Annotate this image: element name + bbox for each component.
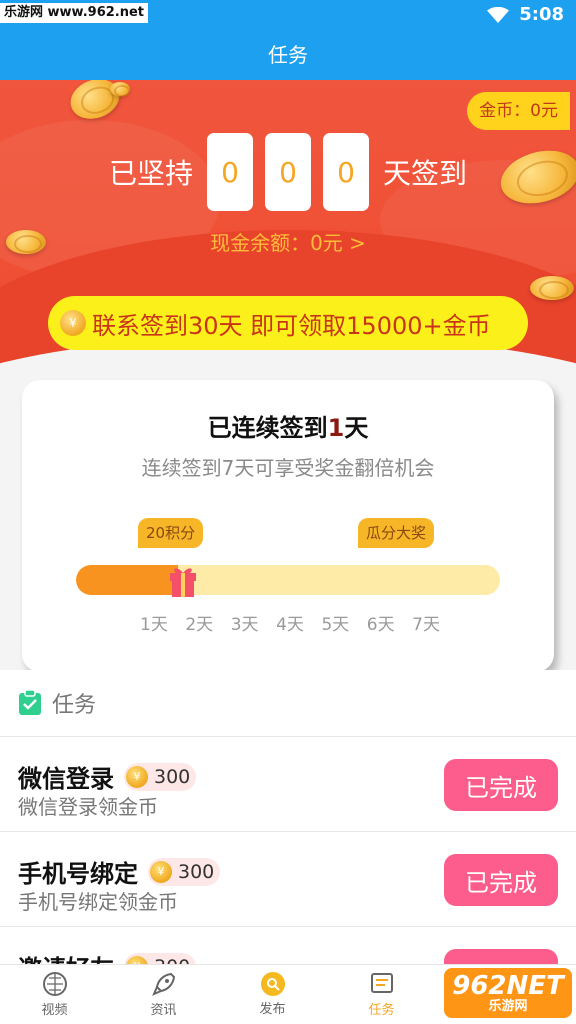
streak-suffix: 天签到: [383, 157, 468, 190]
page-title: 任务: [268, 43, 308, 67]
wifi-icon: [487, 6, 510, 23]
publish-icon: [260, 972, 285, 996]
day-label: 7天: [412, 615, 440, 635]
watermark-small: 乐游网: [488, 999, 528, 1015]
signin-card: 已连续签到1天 连续签到7天可享受奖金翻倍机会 20积分 瓜分大奖 1天 2天 …: [22, 380, 554, 672]
reward-badge: ¥ 300: [124, 952, 197, 965]
reward-tag-prize: 瓜分大奖: [358, 518, 435, 548]
nav-label: 发布: [259, 1002, 286, 1017]
reward-amount: 300: [178, 860, 215, 883]
day-labels: 1天 2天 3天 4天 5天 6天 7天: [140, 610, 440, 635]
nav-item-publish[interactable]: 发布: [218, 965, 327, 1024]
search-icon: [266, 978, 280, 991]
task-title: 手机号绑定: [18, 860, 138, 888]
signin-title-prefix: 已连续签到: [207, 414, 328, 442]
task-section-header: 任务: [0, 670, 576, 736]
signin-progress-track: [76, 565, 500, 595]
task-item: 邀请好友 ¥ 300: [0, 926, 576, 964]
coin-icon: [530, 276, 574, 300]
streak-prefix: 已坚持: [108, 157, 193, 190]
day-label: 4天: [276, 615, 304, 635]
task-desc: 微信登录领金币: [18, 795, 158, 819]
video-icon: [42, 972, 67, 996]
reward-badge: ¥ 300: [124, 762, 197, 791]
task-item: 手机号绑定 ¥ 300 手机号绑定领金币 已完成: [0, 831, 576, 926]
rocket-icon: [151, 972, 175, 996]
reward-amount: 300: [154, 956, 190, 965]
nav-item-video[interactable]: 视频: [0, 965, 109, 1024]
banner-text: 联系签到30天 即可领取15000+金币: [92, 311, 491, 340]
nav-item-news[interactable]: 资讯: [109, 965, 218, 1024]
task-desc: 手机号绑定领金币: [18, 890, 178, 914]
signin-promo-banner[interactable]: ¥ 联系签到30天 即可领取15000+金币: [48, 296, 528, 350]
reward-tag-points: 20积分: [138, 518, 204, 548]
reward-badge: ¥ 300: [148, 857, 221, 886]
task-action-button[interactable]: [444, 949, 558, 964]
coin-icon: [110, 82, 130, 98]
task-title: 邀请好友: [18, 949, 114, 964]
nav-label: 视频: [41, 1003, 68, 1018]
coin-icon: ¥: [60, 310, 86, 336]
streak-digit: 0: [265, 133, 311, 211]
gold-balance[interactable]: 金币：0元: [467, 92, 570, 130]
day-label: 3天: [230, 615, 259, 635]
app-header: 任务: [0, 32, 576, 80]
task-done-button[interactable]: 已完成: [444, 759, 558, 811]
streak-digit: 0: [207, 133, 253, 211]
nav-item-tasks[interactable]: 任务: [327, 965, 436, 1024]
coin-icon: ¥: [126, 955, 148, 964]
signin-title: 已连续签到1天: [22, 408, 554, 443]
nav-label: 资讯: [150, 1003, 177, 1018]
streak-digit: 0: [323, 133, 369, 211]
task-item: 微信登录 ¥ 300 微信登录领金币 已完成: [0, 736, 576, 831]
nav-label: 任务: [368, 1003, 395, 1018]
coin-icon: ¥: [150, 860, 172, 883]
streak-counter: 已坚持 0 0 0 天签到: [0, 132, 576, 212]
coin-icon: ¥: [126, 765, 148, 788]
clipboard-icon: [19, 690, 41, 715]
task-done-button[interactable]: 已完成: [444, 854, 558, 906]
task-title: 微信登录: [18, 765, 114, 793]
signin-title-suffix: 天: [344, 414, 369, 442]
signin-count: 1: [327, 414, 345, 442]
reward-amount: 300: [154, 765, 191, 788]
watermark-big: 962NET: [452, 970, 564, 1001]
signin-subtitle: 连续签到7天可享受奖金翻倍机会: [141, 456, 435, 480]
signin-progress-fill: [76, 565, 178, 595]
cash-balance-link[interactable]: 现金余额：0元 >: [0, 227, 576, 256]
day-label: 6天: [366, 615, 395, 635]
clock: 5:08: [519, 4, 564, 25]
watermark-logo: 962NET 乐游网: [444, 968, 572, 1018]
task-icon: [370, 973, 393, 993]
day-label: 5天: [321, 615, 350, 635]
task-section-title: 任务: [52, 693, 97, 718]
status-bar: 乐游网 www.962.net 5:08: [0, 0, 576, 32]
watermark-top: 乐游网 www.962.net: [0, 3, 149, 23]
day-label: 1天: [140, 615, 168, 635]
task-list: 微信登录 ¥ 300 微信登录领金币 已完成 手机号绑定 ¥ 300 手机号绑定…: [0, 736, 576, 964]
gift-icon: [170, 568, 196, 597]
day-label: 2天: [185, 615, 214, 635]
